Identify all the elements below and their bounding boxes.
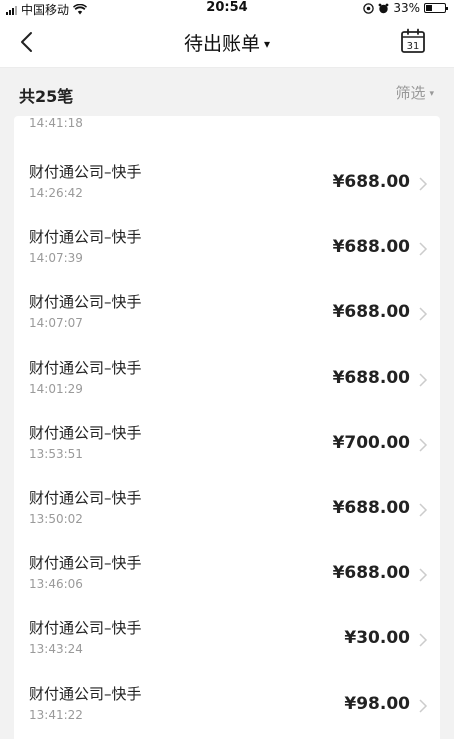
list-item-partial[interactable]: 14:41:18	[14, 116, 440, 140]
status-bar-right: 33%	[363, 1, 448, 15]
item-merchant-name: 财付通公司–快手	[29, 163, 142, 181]
title-dropdown-caret-icon: ▾	[263, 37, 271, 51]
chevron-right-icon	[419, 699, 428, 713]
list-item[interactable]: 财付通公司–快手 14:07:07 ¥688.00	[14, 283, 440, 348]
filter-caret-icon: ▾	[429, 89, 434, 99]
item-merchant-name: 财付通公司–快手	[29, 619, 142, 638]
item-merchant-name: 财付通公司–快手	[29, 554, 142, 573]
chevron-right-icon	[419, 568, 428, 582]
battery-icon	[424, 3, 448, 13]
item-amount: ¥688.00	[332, 237, 410, 258]
chevron-right-icon	[419, 438, 428, 452]
item-amount: ¥688.00	[332, 367, 410, 388]
chevron-right-icon	[419, 242, 428, 256]
alarm-icon	[378, 3, 389, 13]
item-time: 14:26:42	[29, 186, 83, 200]
item-merchant-name: 财付通公司–快手	[29, 423, 142, 442]
item-time: 14:01:29	[29, 381, 83, 396]
nav-bar: 待出账单 ▾ 31	[0, 16, 454, 68]
item-time: 14:07:07	[29, 316, 83, 331]
item-time: 13:43:24	[29, 642, 83, 657]
item-time: 13:46:06	[29, 577, 83, 592]
list-item[interactable]: 财付通公司–快手 13:53:51 ¥700.00	[14, 414, 440, 479]
item-time: 13:53:51	[29, 446, 83, 461]
item-merchant-name: 财付通公司–快手	[29, 684, 142, 703]
item-amount: ¥688.00	[332, 302, 410, 323]
filter-label: 筛选	[395, 84, 426, 102]
item-merchant-name: 财付通公司–快手	[29, 358, 142, 377]
item-amount: ¥700.00	[332, 432, 410, 453]
page-title[interactable]: 待出账单 ▾	[0, 29, 454, 56]
list-item[interactable]: 财付通公司–快手 14:01:29 ¥688.00	[14, 349, 440, 414]
chevron-right-icon	[419, 373, 428, 387]
item-amount: ¥688.00	[332, 172, 410, 192]
chevron-right-icon	[419, 633, 428, 647]
status-bar: 中国移动 20:54 33%	[0, 0, 454, 17]
item-amount: ¥688.00	[332, 563, 410, 584]
item-amount: ¥98.00	[344, 693, 410, 714]
list-item[interactable]: 财付通公司–快手 13:41:22 ¥98.00	[14, 675, 440, 739]
item-time: 14:07:39	[29, 251, 83, 266]
list-item[interactable]: 财付通公司–快手 13:43:24 ¥30.00	[14, 609, 440, 674]
item-merchant-name: 财付通公司–快手	[29, 489, 142, 507]
chevron-right-icon	[419, 177, 428, 191]
battery-percent: 33%	[393, 1, 420, 15]
page-title-text: 待出账单	[183, 33, 260, 55]
item-amount: ¥688.00	[332, 498, 410, 518]
item-amount: ¥30.00	[344, 628, 410, 649]
transaction-count: 共25笔	[19, 87, 74, 106]
chevron-right-icon	[419, 503, 428, 517]
calendar-day: 31	[407, 41, 420, 52]
list-item[interactable]: 财付通公司–快手 13:50:02 ¥688.00	[14, 479, 440, 544]
list-item[interactable]: 财付通公司–快手 14:07:39 ¥688.00	[14, 218, 440, 283]
item-merchant-name: 财付通公司–快手	[29, 293, 142, 312]
chevron-right-icon	[419, 307, 428, 321]
battery-level	[426, 5, 432, 11]
list-item[interactable]: 财付通公司–快手 14:26:42 ¥688.00	[14, 153, 440, 218]
item-time: 14:41:18	[29, 116, 83, 130]
calendar-icon[interactable]: 31	[400, 28, 426, 54]
summary-bar: 共25笔 筛选 ▾	[0, 68, 454, 116]
item-merchant-name: 财付通公司–快手	[29, 228, 142, 247]
item-time: 13:50:02	[29, 512, 83, 526]
transaction-list[interactable]: 14:41:18 财付通公司–快手 14:26:42 ¥688.00 财付通公司–快手…	[14, 116, 440, 739]
filter-button[interactable]: 筛选 ▾	[395, 82, 434, 103]
list-item[interactable]: 财付通公司–快手 13:46:06 ¥688.00	[14, 544, 440, 609]
app-screen: 中国移动 20:54 33% 待出账单 ▾ 31 共25笔 筛选 ▾ 14:41…	[0, 0, 454, 739]
item-time: 13:41:22	[29, 707, 83, 722]
location-icon	[363, 2, 375, 14]
